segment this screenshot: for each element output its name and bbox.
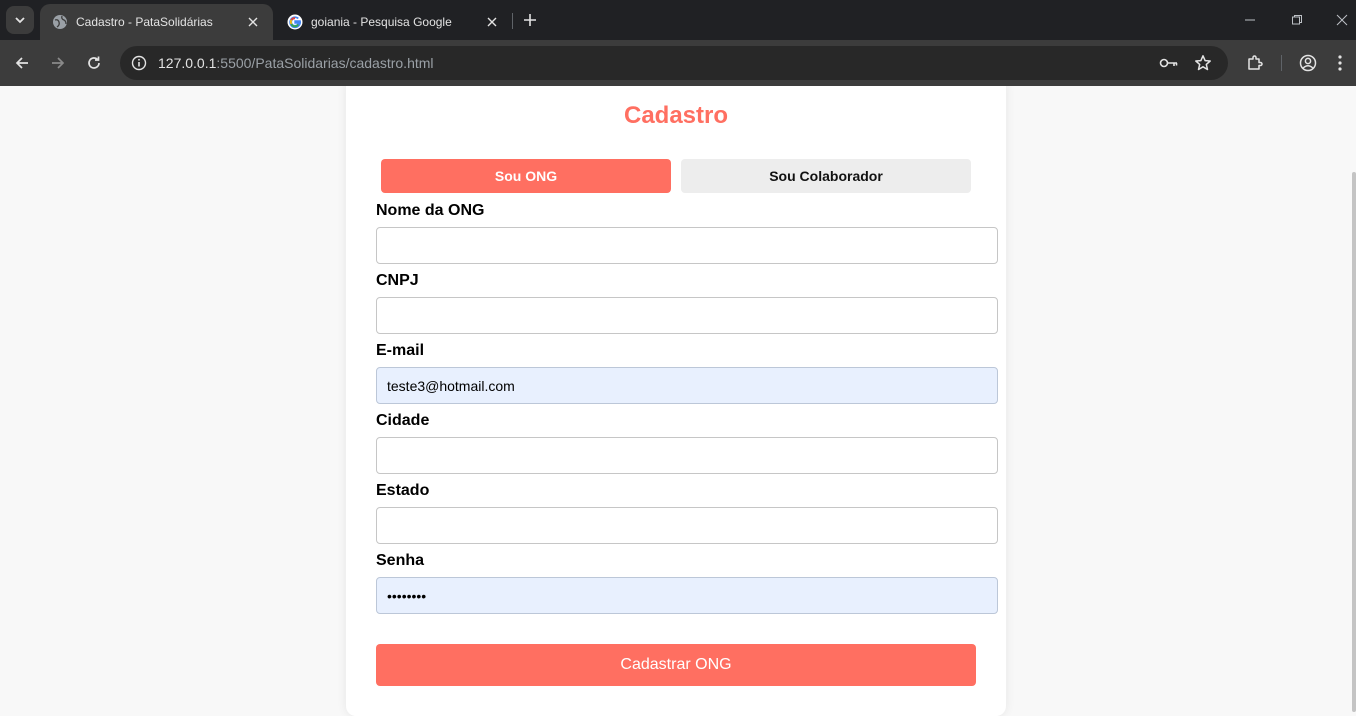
- menu-button[interactable]: [1326, 49, 1354, 77]
- page-viewport: Cadastro Sou ONG Sou Colaborador Nome da…: [0, 86, 1356, 716]
- tab-divider: [512, 13, 513, 29]
- profile-icon: [1299, 54, 1317, 72]
- estado-label: Estado: [376, 482, 430, 499]
- menu-icon: [1338, 55, 1342, 71]
- cnpj-input[interactable]: [376, 297, 998, 334]
- tab-search-button[interactable]: [6, 6, 34, 34]
- close-tab-icon[interactable]: [245, 14, 261, 30]
- browser-tab-strip: Cadastro - PataSolidárias goiania - Pesq…: [0, 0, 1356, 40]
- site-info-icon[interactable]: [124, 48, 154, 78]
- reload-icon: [88, 56, 100, 69]
- back-icon: [15, 57, 28, 69]
- cnpj-label: CNPJ: [376, 272, 419, 289]
- minimize-icon: [1245, 19, 1255, 21]
- new-tab-button[interactable]: [518, 8, 542, 32]
- toolbar-divider: [1281, 55, 1282, 71]
- nome-ong-input[interactable]: [376, 227, 998, 264]
- back-button[interactable]: [8, 49, 36, 77]
- cadastrar-ong-button[interactable]: Cadastrar ONG: [376, 644, 976, 686]
- bookmark-star-icon[interactable]: [1190, 50, 1216, 76]
- scrollbar-thumb[interactable]: [1352, 172, 1356, 712]
- globe-icon: [52, 14, 68, 30]
- close-tab-icon[interactable]: [484, 14, 500, 30]
- cidade-input[interactable]: [376, 437, 998, 474]
- restore-button[interactable]: [1285, 8, 1309, 32]
- google-icon: [287, 14, 303, 30]
- forward-icon: [52, 57, 65, 69]
- tab-title: goiania - Pesquisa Google: [311, 15, 452, 29]
- plus-icon: [524, 14, 536, 26]
- chevron-down-icon: [15, 17, 25, 24]
- close-icon: [1336, 14, 1348, 26]
- senha-input[interactable]: ••••••••: [376, 577, 998, 614]
- password-key-icon[interactable]: [1156, 50, 1182, 76]
- extensions-icon: [1248, 55, 1263, 70]
- tab-cadastro[interactable]: Cadastro - PataSolidárias: [40, 4, 273, 40]
- tab-title: Cadastro - PataSolidárias: [76, 15, 213, 29]
- restore-icon: [1292, 15, 1302, 25]
- sou-ong-button[interactable]: Sou ONG: [381, 159, 671, 193]
- url-path: :5500/PataSolidarias/cadastro.html: [216, 55, 434, 71]
- nome-label: Nome da ONG: [376, 202, 485, 219]
- minimize-button[interactable]: [1238, 8, 1262, 32]
- close-window-button[interactable]: [1330, 8, 1354, 32]
- reload-button[interactable]: [80, 49, 108, 77]
- signup-card: Cadastro Sou ONG Sou Colaborador Nome da…: [346, 86, 1006, 716]
- url-host: 127.0.0.1: [158, 55, 217, 71]
- email-label: E-mail: [376, 342, 425, 359]
- url-text: 127.0.0.1:5500/PataSolidarias/cadastro.h…: [158, 55, 434, 71]
- page-title: Cadastro: [623, 102, 729, 129]
- browser-toolbar: 127.0.0.1:5500/PataSolidarias/cadastro.h…: [0, 40, 1356, 86]
- cidade-label: Cidade: [376, 412, 430, 429]
- profile-button[interactable]: [1294, 49, 1322, 77]
- address-bar[interactable]: 127.0.0.1:5500/PataSolidarias/cadastro.h…: [120, 46, 1228, 80]
- forward-button[interactable]: [44, 49, 72, 77]
- tab-google-search[interactable]: goiania - Pesquisa Google: [275, 4, 512, 40]
- email-input[interactable]: teste3@hotmail.com: [376, 367, 998, 404]
- estado-input[interactable]: [376, 507, 998, 544]
- extensions-button[interactable]: [1241, 49, 1269, 77]
- sou-colaborador-button[interactable]: Sou Colaborador: [681, 159, 971, 193]
- senha-label: Senha: [376, 552, 425, 569]
